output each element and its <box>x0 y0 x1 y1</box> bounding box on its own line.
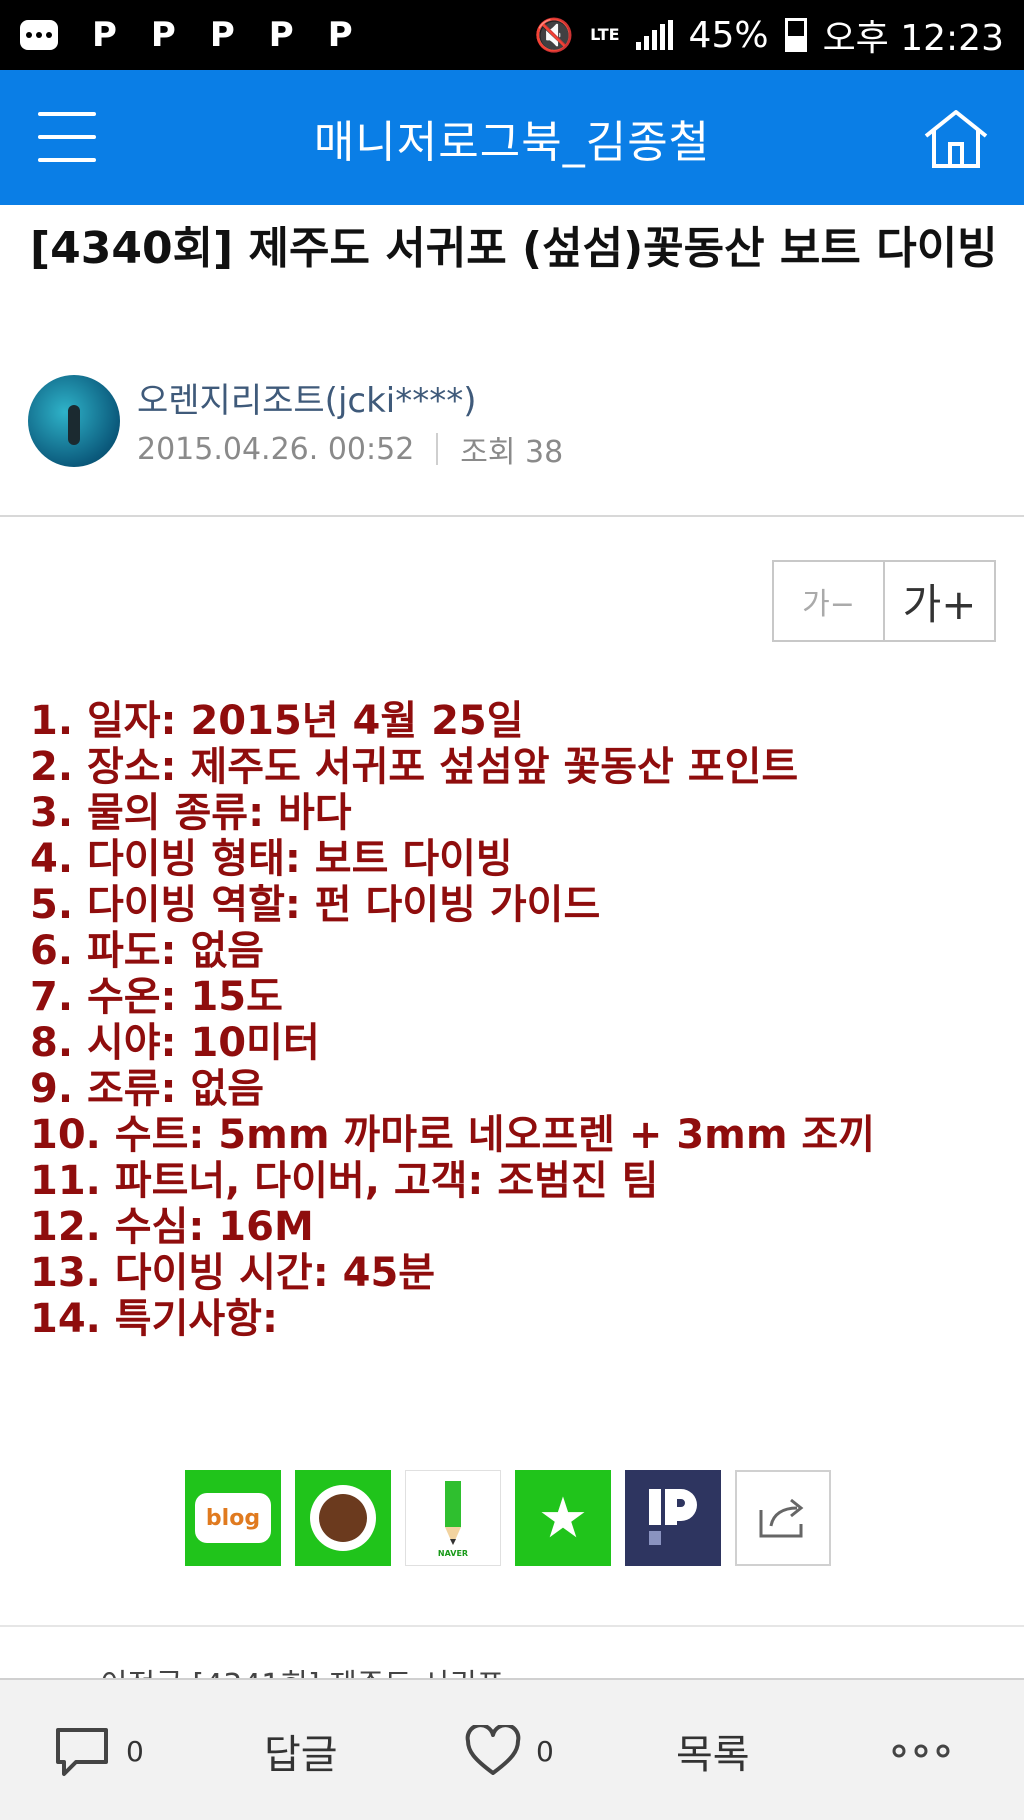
more-icon <box>892 1744 950 1758</box>
font-decrease-button[interactable]: 가− <box>774 562 885 640</box>
lte-icon: LTE <box>590 25 620 44</box>
star-icon: ★ <box>537 1485 589 1551</box>
share-bookmark-button[interactable]: ★ <box>515 1470 611 1566</box>
content-line: 4. 다이빙 형태: 보트 다이빙 <box>30 836 513 882</box>
p-notification-icon: P <box>268 15 294 55</box>
battery-percent: 45% <box>688 14 769 56</box>
like-button[interactable]: 0 <box>464 1680 554 1820</box>
content-line: 8. 시야: 10미터 <box>30 1020 320 1066</box>
app-title: 매니저로그북_김종철 <box>313 116 711 168</box>
p-notification-icon: P <box>150 15 176 55</box>
like-count: 0 <box>536 1734 554 1768</box>
bottom-bar: 0 답글 0 목록 <box>0 1678 1024 1820</box>
post-content: 1. 일자: 2015년 4월 25일 2. 장소: 제주도 서귀포 섶섬앞 꽃… <box>30 698 1010 1342</box>
signal-icon <box>635 20 673 50</box>
font-increase-button[interactable]: 가+ <box>885 562 994 640</box>
content-line: 6. 파도: 없음 <box>30 928 265 974</box>
more-button[interactable] <box>892 1680 950 1820</box>
content-line: 13. 다이빙 시간: 45분 <box>30 1250 436 1296</box>
list-label: 목록 <box>676 1732 750 1778</box>
content-line: 9. 조류: 없음 <box>30 1066 265 1112</box>
comment-count: 0 <box>126 1734 144 1768</box>
share-memo-button[interactable]: NAVER <box>405 1470 501 1566</box>
memo-label: NAVER <box>437 1548 469 1558</box>
home-icon[interactable] <box>920 106 992 170</box>
message-icon <box>20 20 58 50</box>
share-cafe-button[interactable] <box>295 1470 391 1566</box>
font-size-control: 가− 가+ <box>772 560 996 642</box>
share-blog-button[interactable]: blog <box>185 1470 281 1566</box>
heart-icon <box>465 1725 521 1775</box>
content-line: 12. 수심: 16M <box>30 1204 314 1250</box>
meta-separator <box>436 433 439 465</box>
app-header: 매니저로그북_김종철 <box>0 70 1024 205</box>
blog-icon: blog <box>195 1493 271 1543</box>
p-notification-icon: P <box>92 15 117 55</box>
content-line: 5. 다이빙 역할: 펀 다이빙 가이드 <box>30 882 601 928</box>
avatar[interactable] <box>28 375 120 467</box>
post-meta: 2015.04.26. 00:52 조회 38 <box>137 427 563 471</box>
content-line: 10. 수트: 5mm 까마로 네오프렌 + 3mm 조끼 <box>30 1112 876 1158</box>
author-name[interactable]: 오렌지리조트(jcki****) <box>137 373 476 422</box>
pencil-icon <box>445 1480 461 1545</box>
cafe-icon <box>310 1485 376 1551</box>
menu-button[interactable] <box>38 112 96 162</box>
battery-icon <box>784 18 807 52</box>
p-notification-icon: P <box>327 15 353 55</box>
status-bar: P P P P P 🔇 LTE 45% 오후 12:23 <box>0 0 1024 70</box>
post-header: [4340회] 제주도 서귀포 (섶섬)꽃동산 보트 다이빙 오렌지리조트(jc… <box>0 205 1024 517</box>
reply-label: 답글 <box>264 1732 338 1778</box>
comment-button[interactable]: 0 <box>52 1680 144 1820</box>
content-line: 2. 장소: 제주도 서귀포 섶섬앞 꽃동산 포인트 <box>30 744 799 790</box>
content-line: 1. 일자: 2015년 4월 25일 <box>30 698 524 744</box>
clock: 오후 12:23 <box>822 18 1004 59</box>
share-other-button[interactable] <box>735 1470 831 1566</box>
reply-button[interactable]: 답글 <box>264 1680 338 1820</box>
mute-icon: 🔇 <box>534 16 575 54</box>
pocket-p-icon <box>649 1489 697 1545</box>
post-title: [4340회] 제주도 서귀포 (섶섬)꽃동산 보트 다이빙 <box>30 223 998 274</box>
comment-icon <box>56 1728 108 1776</box>
p-notification-icon: P <box>209 15 235 55</box>
content-line: 14. 특기사항: <box>30 1296 278 1342</box>
share-pocket-button[interactable] <box>625 1470 721 1566</box>
content-line: 11. 파트너, 다이버, 고객: 조범진 팀 <box>30 1158 659 1204</box>
share-icon <box>759 1498 804 1538</box>
list-button[interactable]: 목록 <box>676 1680 750 1820</box>
view-count: 조회 38 <box>460 435 564 470</box>
divider <box>0 1625 1024 1627</box>
content-line: 3. 물의 종류: 바다 <box>30 790 352 836</box>
content-line: 7. 수온: 15도 <box>30 974 283 1020</box>
share-row: blog NAVER ★ <box>185 1470 831 1566</box>
post-date: 2015.04.26. 00:52 <box>137 431 415 467</box>
